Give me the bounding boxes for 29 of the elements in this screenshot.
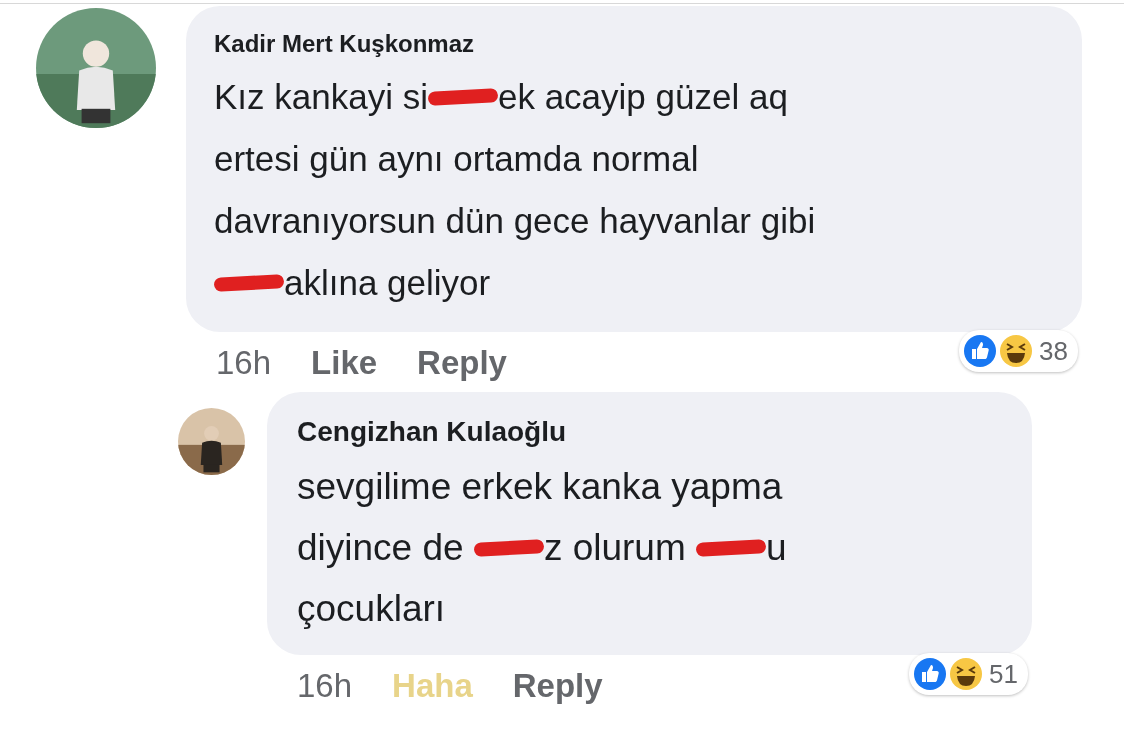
comment-text: ertesi gün aynı ortamda normal	[214, 139, 699, 179]
comment-text: davranıyorsun dün gece hayvanlar gibi	[214, 201, 816, 241]
redaction-mark	[695, 538, 767, 557]
like-link[interactable]: Like	[311, 344, 378, 382]
comment-text: diyince de	[297, 526, 465, 569]
comment-text: sevgilime erkek kanka yapma	[297, 465, 783, 508]
reaction-badge[interactable]: 51	[909, 653, 1028, 695]
comment-text: aklına geliyor	[284, 263, 491, 303]
reaction-count: 51	[989, 658, 1018, 690]
timestamp: 16h	[297, 667, 353, 705]
like-icon	[913, 657, 948, 691]
reply-link[interactable]: Reply	[417, 344, 507, 382]
laughing-emoji-icon	[949, 657, 984, 691]
timestamp: 16h	[216, 344, 272, 382]
comment-text: z olurum	[543, 526, 687, 569]
reaction-count: 38	[1039, 335, 1068, 367]
author-name: Kadir Mert Kuşkonmaz	[214, 30, 476, 58]
reaction-badge[interactable]: 38	[959, 330, 1078, 372]
laughing-emoji-icon	[999, 334, 1034, 368]
redaction-mark	[473, 538, 545, 557]
reply-link[interactable]: Reply	[512, 667, 603, 705]
comment-text: ek acayip güzel aq	[497, 77, 788, 117]
comment-text: Kız kankayi si	[214, 77, 428, 117]
comment-text: u	[766, 526, 787, 569]
redaction-mark	[427, 88, 499, 106]
comment-text: çocukları	[297, 587, 446, 630]
author-name: Cengizhan Kulaoğlu	[297, 416, 568, 448]
redaction-mark	[213, 274, 285, 292]
like-icon	[963, 334, 998, 368]
